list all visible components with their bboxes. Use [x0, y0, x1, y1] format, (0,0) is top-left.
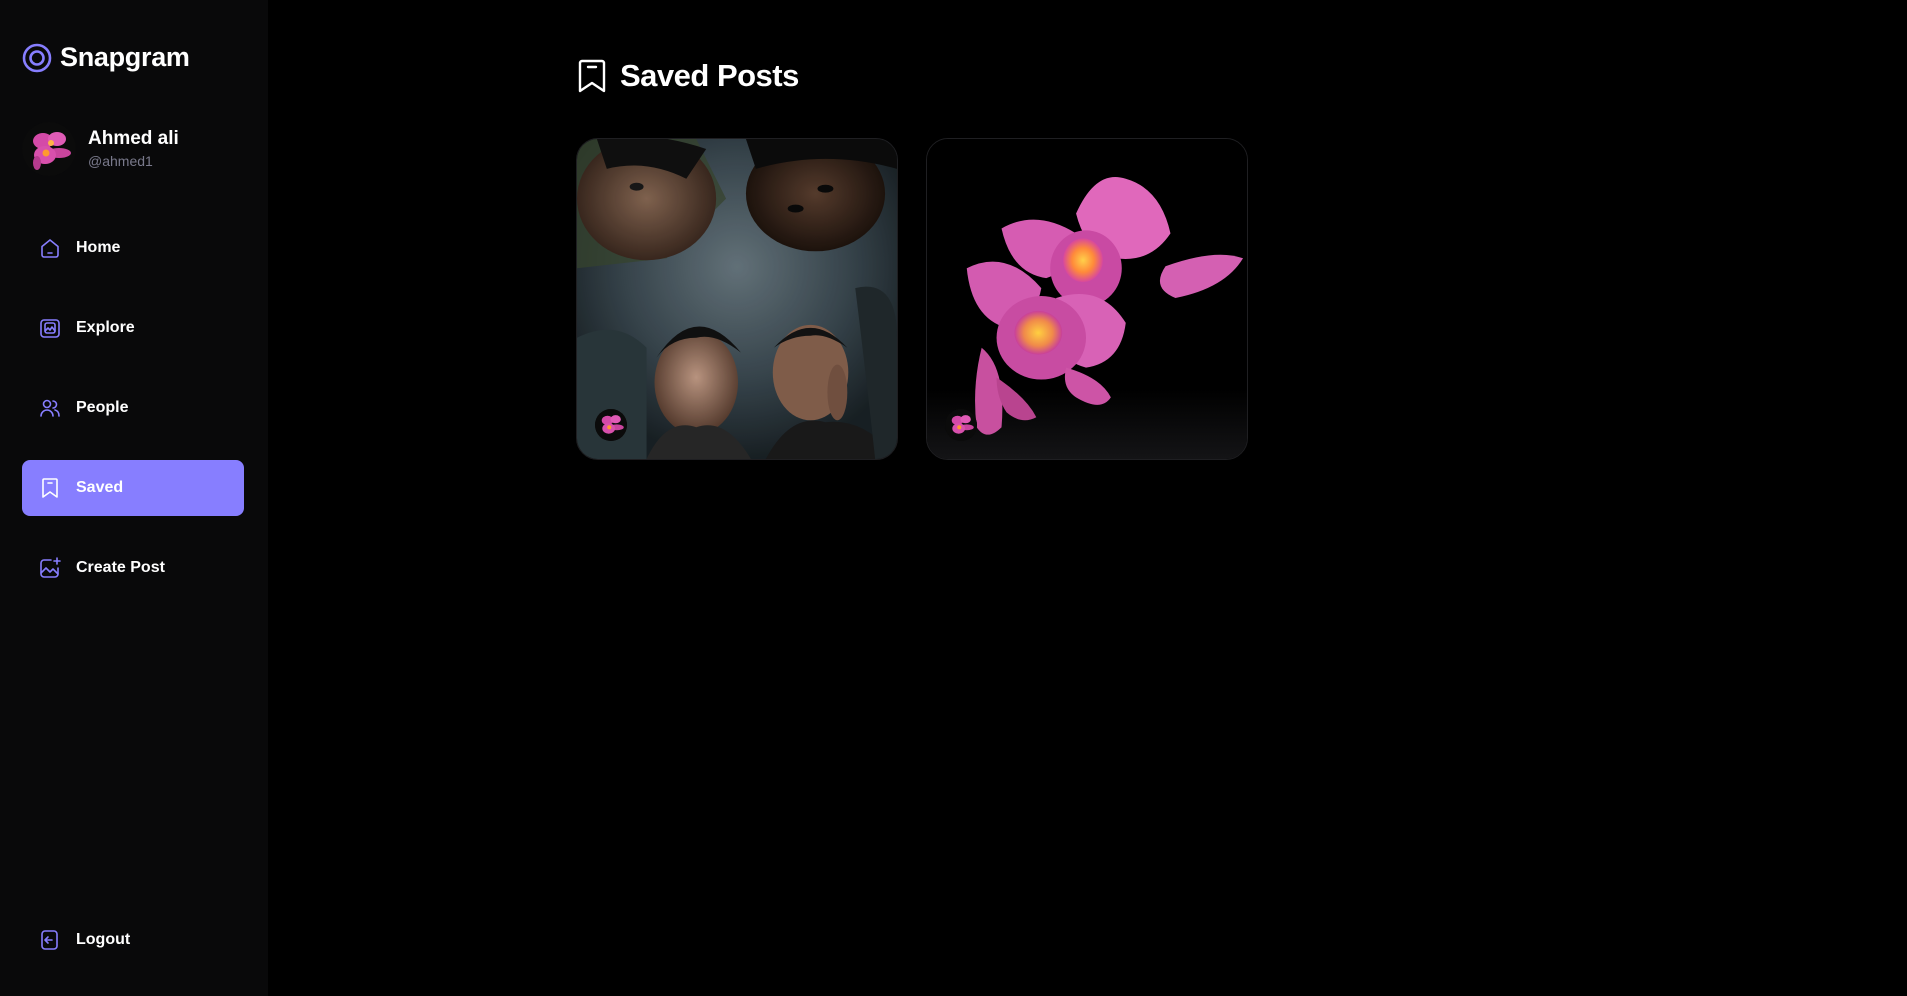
profile-name: Ahmed ali [88, 128, 179, 149]
group-selfie-photo [577, 139, 897, 459]
profile-handle: @ahmed1 [88, 153, 153, 169]
sidebar-item-label: Create Post [76, 559, 165, 576]
sidebar-item-home[interactable]: Home [22, 220, 244, 276]
sidebar-nav: Home Explore People Saved Create Post [22, 220, 244, 620]
sidebar-item-label: People [76, 399, 129, 416]
sidebar-item-label: Home [76, 239, 121, 256]
sidebar-item-label: Saved [76, 479, 124, 496]
pink-orchid-photo [927, 139, 1247, 459]
avatar [945, 409, 977, 441]
profile-link[interactable]: Ahmed ali @ahmed1 [22, 122, 179, 176]
logout-label: Logout [76, 931, 131, 948]
page-title: Saved Posts [620, 58, 799, 93]
saved-post-card[interactable] [576, 138, 898, 460]
sidebar-item-label: Explore [76, 319, 135, 336]
app-name: Snapgram [60, 42, 190, 72]
logout-button[interactable]: Logout [22, 912, 244, 968]
sidebar-item-people[interactable]: People [22, 380, 244, 436]
explore-icon [40, 319, 60, 338]
saved-post-card[interactable] [926, 138, 1248, 460]
post-author-avatar[interactable] [595, 409, 627, 441]
logout-icon [41, 930, 58, 950]
sidebar-item-explore[interactable]: Explore [22, 300, 244, 356]
left-sidebar: Snapgram Ahmed ali @ahmed1 Home Explore … [0, 0, 268, 996]
people-icon [40, 399, 60, 417]
app-root: Snapgram Ahmed ali @ahmed1 Home Explore … [0, 0, 1907, 996]
main-content: Saved Posts [268, 0, 1907, 996]
sidebar-item-saved[interactable]: Saved [22, 460, 244, 516]
create-post-icon [40, 557, 61, 578]
profile-text: Ahmed ali @ahmed1 [88, 127, 179, 171]
sidebar-item-create-post[interactable]: Create Post [22, 540, 244, 596]
avatar [22, 122, 76, 176]
bookmark-icon [578, 59, 606, 93]
page-header: Saved Posts [576, 58, 799, 94]
home-icon [41, 239, 59, 258]
app-logo[interactable]: Snapgram [22, 42, 190, 73]
saved-posts-grid [576, 138, 1248, 460]
post-author-avatar[interactable] [945, 409, 977, 441]
snapgram-logo-icon [22, 43, 52, 72]
avatar [595, 409, 627, 441]
bookmark-icon [42, 478, 58, 498]
